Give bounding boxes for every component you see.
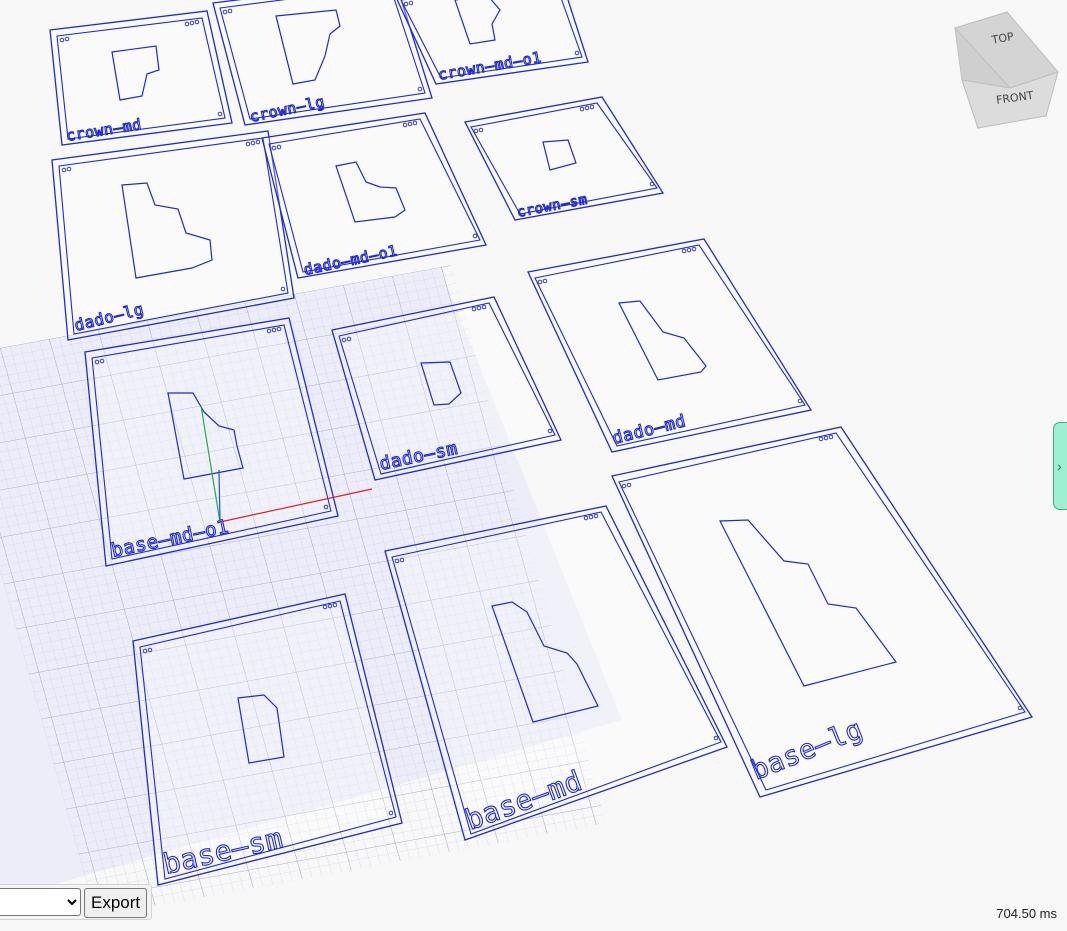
export-button[interactable]: Export: [84, 888, 148, 918]
panel-dado-md[interactable]: dado—md: [527, 238, 813, 453]
export-format-select[interactable]: [0, 888, 81, 916]
navigation-cube[interactable]: TOP FRONT: [950, 10, 1062, 130]
panel-crown-sm[interactable]: crown—sm: [464, 96, 665, 221]
3d-viewport[interactable]: crown—mdcrown—lgcrown—md—o1dado—lgdado—m…: [0, 0, 1067, 931]
panel-crown-md[interactable]: crown—md: [49, 10, 233, 146]
panel-crown-lg[interactable]: crown—lg: [212, 0, 433, 126]
side-panel-toggle[interactable]: ›: [1053, 422, 1067, 510]
panel-dado-md-o1[interactable]: dado—md—o1: [261, 112, 487, 279]
panels-layer: crown—mdcrown—lgcrown—md—o1dado—lgdado—m…: [49, 0, 1034, 886]
chevron-right-icon: ›: [1057, 458, 1062, 474]
export-toolbar: Export: [0, 884, 153, 920]
render-time: 704.50 ms: [996, 906, 1057, 921]
